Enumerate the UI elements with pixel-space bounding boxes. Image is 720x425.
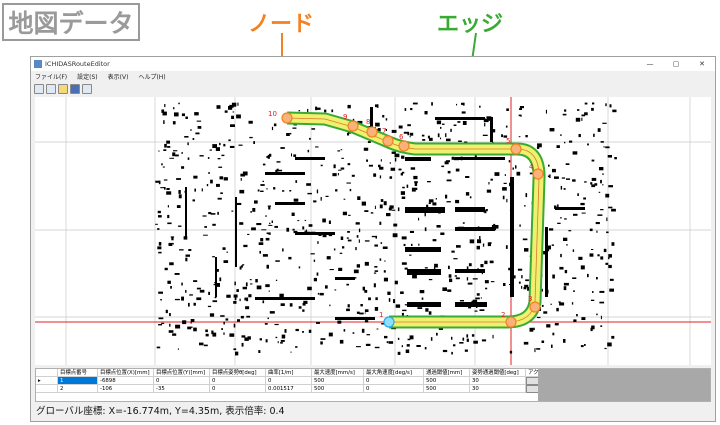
route-node-3[interactable]: [529, 301, 541, 313]
map-svg[interactable]: 1 2 3 4 5 6 7 8 9 10: [35, 97, 711, 365]
node-label-5: 5: [506, 137, 510, 145]
edge-callout: エッジ: [437, 12, 504, 37]
route-node-2[interactable]: [505, 316, 517, 328]
node-label-4: 4: [529, 163, 534, 171]
cell-theta[interactable]: 0: [210, 385, 266, 393]
cell-curvature[interactable]: 0: [266, 377, 312, 385]
node-label-8: 8: [366, 118, 370, 126]
cell-max-speed[interactable]: 500: [312, 377, 364, 385]
route-node-1[interactable]: [383, 316, 395, 328]
map-data-callout: 地図データ: [2, 3, 140, 41]
col-header-x: 目標点位置(X)[mm]: [98, 369, 154, 377]
node-label-3: 3: [528, 295, 532, 303]
cell-pose-threshold[interactable]: 30: [470, 385, 526, 393]
row-header-corner: [36, 369, 58, 377]
col-header-y: 目標点位置(Y)[mm]: [154, 369, 210, 377]
waypoint-table: 目標点番号 目標点位置(X)[mm] 目標点位置(Y)[mm] 目標点姿勢θ[d…: [35, 368, 711, 402]
cell-max-angular[interactable]: 0: [364, 385, 424, 393]
table-row[interactable]: ▸ 1 -6898 0 0 0 500 0 500 30 詳細設定: [36, 377, 578, 385]
cell-pose-threshold[interactable]: 30: [470, 377, 526, 385]
table-header-row: 目標点番号 目標点位置(X)[mm] 目標点位置(Y)[mm] 目標点姿勢θ[d…: [36, 369, 578, 377]
col-header-curvature: 曲率[1/m]: [266, 369, 312, 377]
row-selector[interactable]: ▸: [36, 377, 58, 385]
node-label-1: 1: [379, 311, 383, 319]
node-label-6: 6: [399, 133, 404, 141]
col-header-pass-threshold: 通過閾値[mm]: [424, 369, 470, 377]
maximize-button[interactable]: ▢: [663, 60, 689, 68]
cell-x[interactable]: -6898: [98, 377, 154, 385]
cell-theta[interactable]: 0: [210, 377, 266, 385]
cell-y[interactable]: -35: [154, 385, 210, 393]
cell-id[interactable]: 1: [58, 377, 98, 385]
new-icon[interactable]: [46, 83, 56, 94]
route-node-4[interactable]: [532, 168, 544, 180]
toolbar: [31, 82, 715, 95]
export-icon[interactable]: [82, 83, 92, 94]
menu-file[interactable]: ファイル(F): [35, 72, 67, 81]
cell-pass-threshold[interactable]: 500: [424, 377, 470, 385]
route-node-5[interactable]: [510, 143, 522, 155]
node-label-7: 7: [382, 127, 386, 135]
row-selector[interactable]: [36, 385, 58, 393]
window-title: ICHIDASRouteEditor: [45, 60, 110, 68]
route-node-10[interactable]: [281, 112, 293, 124]
save-icon[interactable]: [70, 83, 80, 94]
folder-icon[interactable]: [58, 83, 68, 94]
node-callout: ノード: [248, 12, 315, 37]
title-bar: ICHIDASRouteEditor — ▢ ✕: [31, 57, 715, 71]
col-header-theta: 目標点姿勢θ[deg]: [210, 369, 266, 377]
route-node-6[interactable]: [398, 140, 410, 152]
app-window: ICHIDASRouteEditor — ▢ ✕ ファイル(F) 設定(S) 表…: [30, 56, 716, 422]
menu-view[interactable]: 表示(V): [108, 72, 129, 81]
node-label-9: 9: [343, 113, 347, 121]
col-header-pose-threshold: 姿勢通過閾値[deg]: [470, 369, 526, 377]
map-canvas[interactable]: 1 2 3 4 5 6 7 8 9 10: [35, 97, 711, 365]
route-node-8[interactable]: [366, 126, 378, 138]
cell-y[interactable]: 0: [154, 377, 210, 385]
status-bar: グローバル座標: X=-16.774m, Y=4.35m, 表示倍率: 0.4: [36, 406, 285, 417]
cell-max-speed[interactable]: 500: [312, 385, 364, 393]
cell-pass-threshold[interactable]: 500: [424, 385, 470, 393]
close-button[interactable]: ✕: [689, 60, 715, 68]
cell-id[interactable]: 2: [58, 385, 98, 393]
col-header-max-speed: 最大速度[mm/s]: [312, 369, 364, 377]
col-header-id: 目標点番号: [58, 369, 98, 377]
cell-x[interactable]: -106: [98, 385, 154, 393]
menu-bar: ファイル(F) 設定(S) 表示(V) ヘルプ(H): [31, 71, 715, 82]
table-row[interactable]: 2 -106 -35 0 0.001517 500 0 500 30 詳細設定: [36, 385, 578, 393]
open-icon[interactable]: [34, 83, 44, 94]
app-icon: [34, 60, 42, 68]
cell-curvature[interactable]: 0.001517: [266, 385, 312, 393]
minimize-button[interactable]: —: [637, 60, 663, 68]
route-node-9[interactable]: [347, 120, 359, 132]
table-empty-area: [538, 369, 710, 401]
cell-max-angular[interactable]: 0: [364, 377, 424, 385]
node-label-2: 2: [501, 311, 505, 319]
col-header-max-angular: 最大角速度[deg/s]: [364, 369, 424, 377]
menu-help[interactable]: ヘルプ(H): [138, 72, 165, 81]
menu-settings[interactable]: 設定(S): [77, 72, 98, 81]
node-label-10: 10: [268, 110, 277, 118]
route-node-7[interactable]: [382, 135, 394, 147]
